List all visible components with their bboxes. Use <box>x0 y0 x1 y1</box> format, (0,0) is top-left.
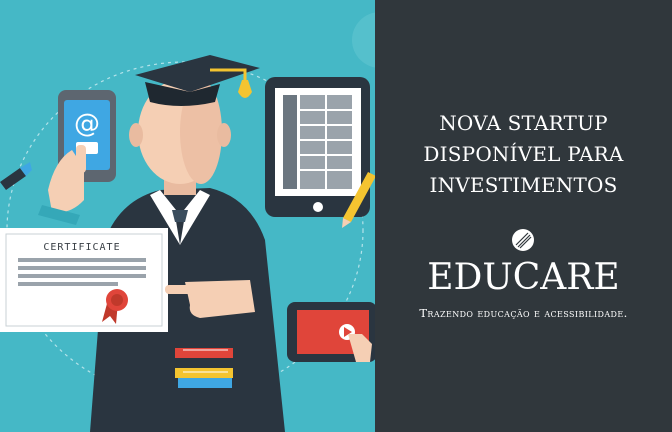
text-panel: NOVA STARTUP DISPONÍVEL PARA INVESTIMENT… <box>375 0 672 432</box>
tablet-icon <box>265 77 370 217</box>
headline-line: NOVA STARTUP <box>439 111 608 135</box>
brand-emblem-icon <box>512 229 534 251</box>
email-at-symbol: @ <box>74 109 100 139</box>
certificate-icon: CERTIFICATE <box>0 228 168 332</box>
headline-line: INVESTIMENTOS <box>429 173 618 197</box>
video-phone-icon <box>287 302 375 362</box>
graduate-illustration: @ CERTIFICATE <box>0 12 375 432</box>
pen-icon <box>0 162 32 190</box>
books-stack-icon <box>175 348 233 396</box>
certificate-title: CERTIFICATE <box>43 242 120 253</box>
email-phone-icon: @ <box>38 90 116 225</box>
tagline: Trazendo educação e acessibilidade. <box>419 306 628 320</box>
headline-line: DISPONÍVEL PARA <box>423 142 624 166</box>
brand-name: EDUCARE <box>427 257 620 298</box>
illustration-panel: @ CERTIFICATE <box>0 0 375 432</box>
headline: NOVA STARTUP DISPONÍVEL PARA INVESTIMENT… <box>375 108 672 201</box>
